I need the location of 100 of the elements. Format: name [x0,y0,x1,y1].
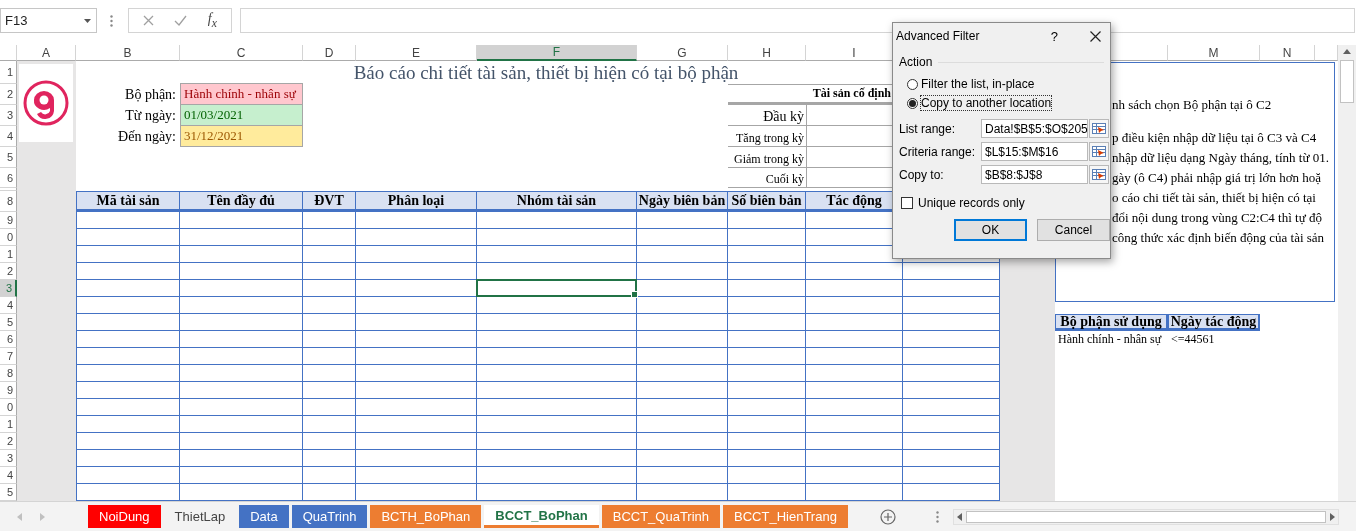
field-value[interactable]: Hành chính - nhân sự [180,83,303,105]
table-cell [303,450,356,467]
row-header[interactable]: 9 [0,382,17,399]
field-value[interactable]: 01/03/2021 [180,104,303,126]
range-field[interactable]: $B$8:$J$8 [981,165,1088,184]
range-select-button[interactable] [1089,142,1109,161]
checkbox[interactable] [901,197,913,209]
cancel-button[interactable]: Cancel [1037,219,1110,241]
more-icon[interactable] [110,14,113,27]
radio-label[interactable]: Copy to another location [921,96,1052,110]
row-header[interactable]: 2 [0,433,17,450]
field-label: List range: [899,121,957,136]
row-header[interactable]: 2 [0,84,17,105]
radio-button[interactable] [907,78,918,90]
summary-label: Giảm trong kỳ [728,147,806,168]
column-header[interactable]: F [477,45,637,61]
column-heading: Phân loại [356,191,477,212]
field-value[interactable]: 31/12/2021 [180,125,303,147]
table-cell [303,365,356,382]
table-cell [303,433,356,450]
scroll-thumb[interactable] [966,510,1326,523]
table-cell [303,263,356,280]
row-header[interactable]: 3 [0,280,17,297]
row-header[interactable]: 5 [0,484,17,501]
ok-button[interactable]: OK [954,219,1027,241]
close-button[interactable] [1088,28,1103,44]
note-line: công thức xác định biến động của tài sản [1112,229,1325,247]
row-header[interactable]: 4 [0,297,17,314]
horizontal-scrollbar[interactable] [953,508,1339,525]
radio-label[interactable]: Filter the list, in-place [921,77,1035,91]
table-cell [303,331,356,348]
scroll-left-icon[interactable] [957,512,962,521]
vertical-scrollbar[interactable] [1338,45,1356,501]
row-header[interactable]: 0 [0,229,17,246]
row-header[interactable]: 6 [0,168,17,188]
note-line: p điều kiện nhập dữ liệu tại ô C3 và C4 [1112,129,1317,147]
row-header[interactable]: 7 [0,348,17,365]
column-header[interactable]: G [637,45,728,61]
row-header[interactable]: 3 [0,450,17,467]
column-header[interactable]: C [180,45,303,61]
select-all-button[interactable] [0,45,17,61]
scroll-right-icon[interactable] [1330,512,1335,521]
row-header[interactable]: 6 [0,331,17,348]
scroll-up-icon[interactable] [1343,49,1351,54]
criteria-heading: Bộ phận sử dụng [1055,314,1168,331]
field-label: Từ ngày: [124,106,177,125]
formula-field[interactable] [240,8,1355,33]
column-header[interactable]: A [17,45,76,61]
column-heading: Ngày biên bản [637,191,728,212]
radio-button[interactable] [907,97,918,109]
row-header[interactable]: 0 [0,399,17,416]
table-cell [303,229,356,246]
checkbox-label[interactable]: Unique records only [918,196,1025,210]
column-header[interactable]: H [728,45,806,61]
field-label: Đến ngày: [117,127,177,146]
column-header[interactable]: E [356,45,477,61]
cancel-icon[interactable] [143,15,155,26]
row-header[interactable] [0,188,17,191]
column-header[interactable]: D [303,45,356,61]
range-field[interactable]: $L$15:$M$16 [981,142,1088,161]
sheet-tab[interactable]: NoiDung [88,505,161,528]
next-sheet-icon[interactable] [40,512,45,521]
row-header[interactable]: 4 [0,467,17,484]
row-header[interactable]: 8 [0,191,17,212]
range-select-button[interactable] [1089,119,1109,138]
row-header[interactable]: 1 [0,416,17,433]
more-icon[interactable] [936,510,939,523]
sheet-tab[interactable]: BCCT_BoPhan [484,505,599,528]
check-icon[interactable] [174,15,188,26]
sheet-tab[interactable]: QuaTrinh [291,505,368,528]
dialog-title: Advanced Filter [896,29,981,43]
column-heading: Mã tài sản [76,191,180,212]
row-header[interactable]: 5 [0,147,17,168]
range-field[interactable]: Data!$B$5:$O$205 [981,119,1088,138]
sheet-tab[interactable]: Data [239,505,289,528]
criteria-cell-text: <=44561 [1170,331,1216,348]
new-sheet-button[interactable] [880,508,896,525]
row-header[interactable]: 1 [0,246,17,263]
column-heading: Số biên bản [728,191,806,212]
row-header[interactable]: 5 [0,314,17,331]
column-header[interactable]: B [76,45,180,61]
row-header[interactable]: 1 [0,61,17,84]
note-line: đổi nội dung trong vùng C2:C4 thì tự độ [1112,209,1322,227]
column-header[interactable]: M [1168,45,1260,61]
scroll-thumb[interactable] [1340,60,1354,103]
table-cell [303,382,356,399]
previous-sheet-icon[interactable] [17,512,22,521]
note-line: gày (ô C4) phải nhập giá trị lớn hơn hoặ [1112,169,1322,187]
range-select-button[interactable] [1089,165,1109,184]
help-button[interactable]: ? [1046,28,1062,44]
row-header[interactable]: 2 [0,263,17,280]
row-header[interactable]: 3 [0,105,17,126]
column-header[interactable] [1315,45,1338,61]
row-header[interactable]: 8 [0,365,17,382]
row-header[interactable]: 4 [0,126,17,147]
name-box[interactable]: F13 [0,8,97,33]
insert-function-button[interactable]: f$_{x}$ [207,11,217,30]
column-heading: ĐVT [303,191,356,212]
column-header[interactable]: N [1260,45,1315,61]
row-header[interactable]: 9 [0,212,17,229]
